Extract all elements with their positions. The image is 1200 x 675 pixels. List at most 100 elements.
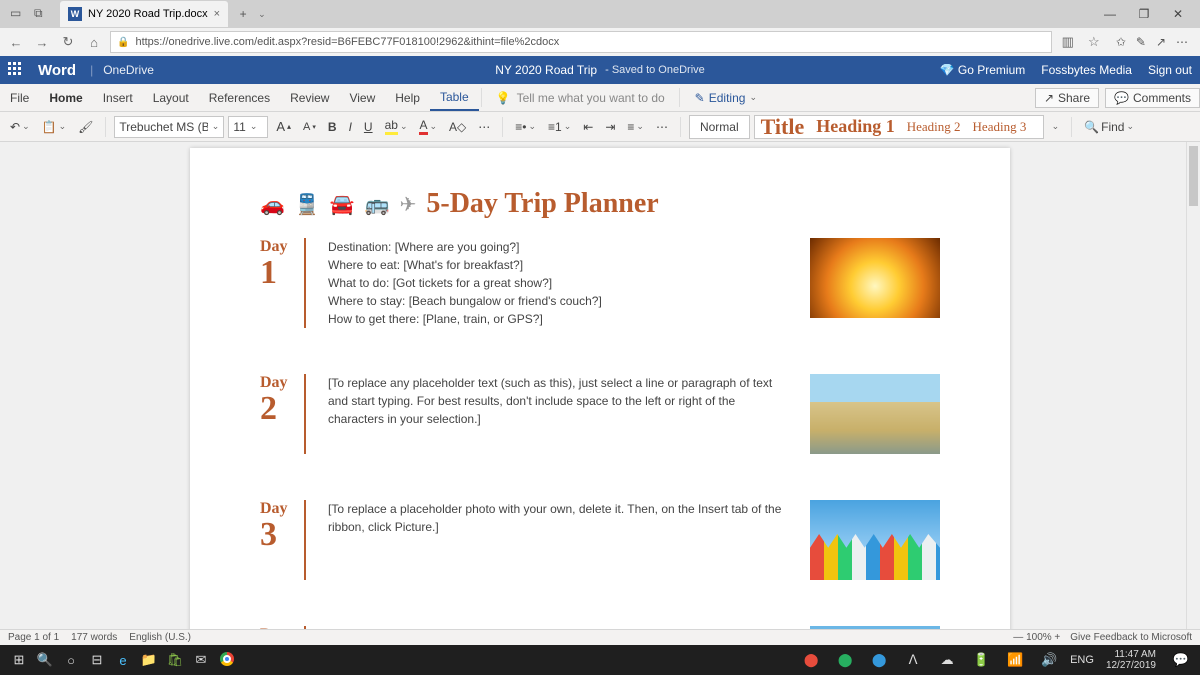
style-normal[interactable]: Normal	[689, 115, 750, 139]
tab-help[interactable]: Help	[385, 84, 430, 111]
tab-references[interactable]: References	[199, 84, 280, 111]
tray-icon[interactable]: ⬤	[866, 652, 892, 668]
onedrive-link[interactable]: OneDrive	[103, 63, 154, 77]
input-lang[interactable]: ENG	[1070, 654, 1094, 666]
notes-icon[interactable]: ✎	[1136, 35, 1146, 49]
outdent-button[interactable]: ⇤	[579, 118, 597, 136]
more-font-button[interactable]: ⋯	[474, 118, 494, 136]
align-button[interactable]: ≡⌄	[623, 118, 648, 136]
day-image[interactable]	[810, 374, 940, 454]
clock[interactable]: 11:47 AM 12/27/2019	[1102, 649, 1160, 671]
day-image[interactable]	[810, 238, 940, 318]
style-gallery[interactable]: Title Heading 1 Heading 2 Heading 3	[754, 115, 1044, 139]
share-button[interactable]: ↗Share	[1035, 88, 1099, 108]
font-color-button[interactable]: A⌄	[415, 116, 441, 137]
word-count[interactable]: 177 words	[71, 632, 117, 643]
document-canvas[interactable]: 🚗 🚆 🚘 🚌 ✈ 5-Day Trip Planner Day1 Destin…	[0, 142, 1200, 659]
day-image[interactable]	[810, 500, 940, 580]
language-status[interactable]: English (U.S.)	[129, 632, 191, 643]
tab-layout[interactable]: Layout	[143, 84, 199, 111]
minimize-button[interactable]: —	[1098, 7, 1122, 21]
new-tab-button[interactable]: +	[232, 3, 254, 25]
notifications-icon[interactable]: 💬	[1168, 652, 1194, 668]
account-name[interactable]: Fossbytes Media	[1041, 63, 1132, 77]
tab-menu-icon[interactable]: ⌄	[258, 9, 266, 20]
day-row[interactable]: Day3 [To replace a placeholder photo wit…	[260, 500, 940, 580]
forward-button[interactable]: →	[32, 35, 52, 50]
search-button[interactable]: 🔍	[32, 652, 58, 668]
tab-home[interactable]: Home	[39, 84, 92, 111]
font-size-select[interactable]: 11⌄	[228, 116, 268, 138]
store-icon[interactable]: 🛍	[162, 652, 188, 668]
tray-chevron-icon[interactable]: ᐱ	[900, 652, 926, 668]
battery-icon[interactable]: 🔋	[968, 652, 994, 668]
chrome-icon[interactable]	[214, 652, 240, 669]
indent-button[interactable]: ⇥	[601, 118, 619, 136]
tab-review[interactable]: Review	[280, 84, 339, 111]
font-name-select[interactable]: Trebuchet MS (Body)⌄	[114, 116, 224, 138]
volume-icon[interactable]: 🔊	[1036, 652, 1062, 668]
underline-button[interactable]: U	[360, 118, 377, 136]
tell-me-search[interactable]: 💡 Tell me what you want to do	[484, 84, 677, 111]
day-text[interactable]: [To replace a placeholder photo with you…	[328, 500, 788, 580]
favorites-bar-icon[interactable]: ✩	[1116, 35, 1126, 49]
undo-button[interactable]: ↶⌄	[6, 118, 34, 136]
favorite-icon[interactable]: ☆	[1084, 34, 1104, 50]
day-row[interactable]: Day2 [To replace any placeholder text (s…	[260, 374, 940, 454]
numbering-button[interactable]: ≡1⌄	[544, 118, 575, 136]
clear-format-button[interactable]: A◇	[445, 118, 470, 136]
zoom-level[interactable]: — 100% +	[1013, 632, 1060, 643]
document-name[interactable]: NY 2020 Road Trip	[495, 63, 597, 77]
tab-file[interactable]: File	[0, 84, 39, 111]
cortana-button[interactable]: ○	[58, 653, 84, 668]
day-text[interactable]: [To replace any placeholder text (such a…	[328, 374, 788, 454]
back-button[interactable]: ←	[6, 35, 26, 50]
edge-icon[interactable]: e	[110, 653, 136, 668]
bullets-button[interactable]: ≡•⌄	[511, 118, 540, 136]
start-button[interactable]: ⊞	[6, 652, 32, 668]
day-row[interactable]: Day1 Destination: [Where are you going?]…	[260, 238, 940, 328]
close-tab-icon[interactable]: ×	[214, 8, 220, 20]
tray-icon[interactable]: ⬤	[798, 652, 824, 668]
reader-icon[interactable]: ▥	[1058, 34, 1078, 50]
italic-button[interactable]: I	[345, 118, 356, 136]
format-painter-button[interactable]: 🖌	[74, 118, 97, 136]
more-para-button[interactable]: ⋯	[652, 118, 672, 136]
page-count[interactable]: Page 1 of 1	[8, 632, 59, 643]
feedback-link[interactable]: Give Feedback to Microsoft	[1070, 632, 1192, 643]
highlight-button[interactable]: ab⌄	[381, 116, 412, 137]
browser-tab[interactable]: W NY 2020 Road Trip.docx ×	[60, 1, 228, 27]
share-icon[interactable]: ↗	[1156, 35, 1166, 49]
tab-view[interactable]: View	[339, 84, 385, 111]
style-gallery-more[interactable]: ⌄	[1048, 119, 1064, 134]
onedrive-tray-icon[interactable]: ☁	[934, 652, 960, 668]
page[interactable]: 🚗 🚆 🚘 🚌 ✈ 5-Day Trip Planner Day1 Destin…	[190, 148, 1010, 659]
shrink-font-button[interactable]: A▾	[299, 119, 320, 135]
app-launcher-icon[interactable]	[8, 62, 24, 78]
go-premium-button[interactable]: 💎 Go Premium	[940, 63, 1026, 77]
find-button[interactable]: 🔍 Find ⌄	[1080, 118, 1138, 136]
taskview-button[interactable]: ⊟	[84, 652, 110, 668]
explorer-icon[interactable]: 📁	[136, 652, 162, 668]
tab-table[interactable]: Table	[430, 84, 479, 111]
more-icon[interactable]: ⋯	[1176, 35, 1188, 49]
editing-mode-dropdown[interactable]: ✎ Editing ⌄	[688, 84, 764, 111]
paste-button[interactable]: 📋⌄	[38, 118, 71, 136]
scroll-thumb[interactable]	[1189, 146, 1198, 206]
bold-button[interactable]: B	[324, 118, 341, 136]
tab-insert[interactable]: Insert	[93, 84, 143, 111]
mail-icon[interactable]: ✉	[188, 652, 214, 668]
comments-button[interactable]: 💬Comments	[1105, 88, 1200, 108]
document-title[interactable]: 5-Day Trip Planner	[426, 188, 658, 220]
maximize-button[interactable]: ❐	[1132, 7, 1156, 21]
home-button[interactable]: ⌂	[84, 35, 104, 50]
sign-out-link[interactable]: Sign out	[1148, 63, 1192, 77]
day-text[interactable]: Destination: [Where are you going?] Wher…	[328, 238, 788, 328]
tray-icon[interactable]: ⬤	[832, 652, 858, 668]
grow-font-button[interactable]: A▴	[272, 117, 295, 136]
refresh-button[interactable]: ↻	[58, 34, 78, 50]
wifi-icon[interactable]: 📶	[1002, 652, 1028, 668]
vertical-scrollbar[interactable]	[1186, 142, 1200, 659]
close-window-button[interactable]: ✕	[1166, 7, 1190, 21]
address-bar[interactable]: 🔒 https://onedrive.live.com/edit.aspx?re…	[110, 31, 1052, 53]
